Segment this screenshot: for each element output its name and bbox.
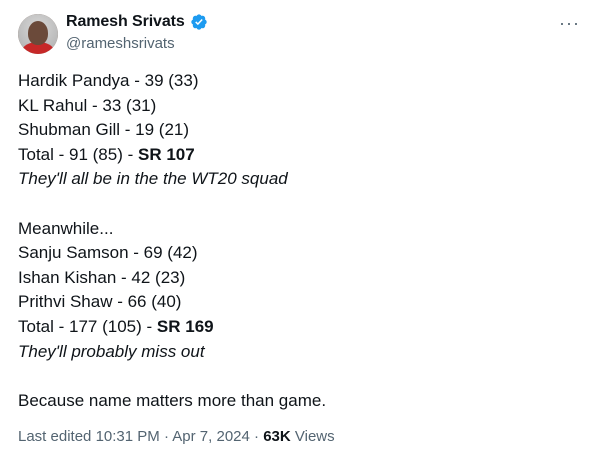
stat-line: Prithvi Shaw - 66 (40) <box>18 292 182 312</box>
closing-line: Because name matters more than game. <box>18 390 327 410</box>
note-line: They'll all be in the the WT20 squad <box>18 167 588 192</box>
author-handle[interactable]: @rameshsrivats <box>66 35 175 52</box>
total-prefix: Total - 91 (85) - <box>18 144 138 164</box>
total-line: Total - 91 (85) - SR 107 <box>18 143 588 168</box>
separator: · <box>159 428 173 445</box>
stat-line: Sanju Samson - 69 (42) <box>18 243 198 263</box>
stat-line: KL Rahul - 33 (31) <box>18 95 157 115</box>
stat-line: Ishan Kishan - 42 (23) <box>18 267 186 287</box>
tweet-meta: Last edited 10:31 PM · Apr 7, 2024 · 63K… <box>18 428 335 445</box>
total-line: Total - 177 (105) - SR 169 <box>18 315 588 340</box>
note-line: They'll probably miss out <box>18 340 588 365</box>
author-avatar[interactable] <box>18 14 58 54</box>
tweet-card: Ramesh Srivats @rameshsrivats ··· Hardik… <box>0 0 600 466</box>
edited-label: Last edited <box>18 428 96 445</box>
total-prefix: Total - 177 (105) - <box>18 316 157 336</box>
separator: · <box>249 428 264 445</box>
strike-rate: SR 107 <box>138 144 195 164</box>
more-options-icon[interactable]: ··· <box>559 14 580 32</box>
strike-rate: SR 169 <box>156 316 214 336</box>
tweet-time[interactable]: 10:31 PM <box>96 428 160 445</box>
views-count: 63K <box>263 428 291 445</box>
note-text: They'll all be in the the WT20 squad <box>18 169 288 189</box>
verified-badge-icon <box>190 14 207 30</box>
author-name-row: Ramesh Srivats <box>66 13 208 31</box>
tweet-text: Hardik Pandya - 39 (33) KL Rahul - 33 (3… <box>18 69 588 413</box>
tweet-date[interactable]: Apr 7, 2024 <box>172 428 250 445</box>
author-display-name[interactable]: Ramesh Srivats <box>66 13 185 31</box>
meanwhile-line: Meanwhile... <box>18 218 114 238</box>
note-text: They'll probably miss out <box>18 341 205 361</box>
stat-line: Shubman Gill - 19 (21) <box>18 120 190 140</box>
views-label: Views <box>290 428 335 445</box>
stat-line: Hardik Pandya - 39 (33) <box>18 71 199 90</box>
